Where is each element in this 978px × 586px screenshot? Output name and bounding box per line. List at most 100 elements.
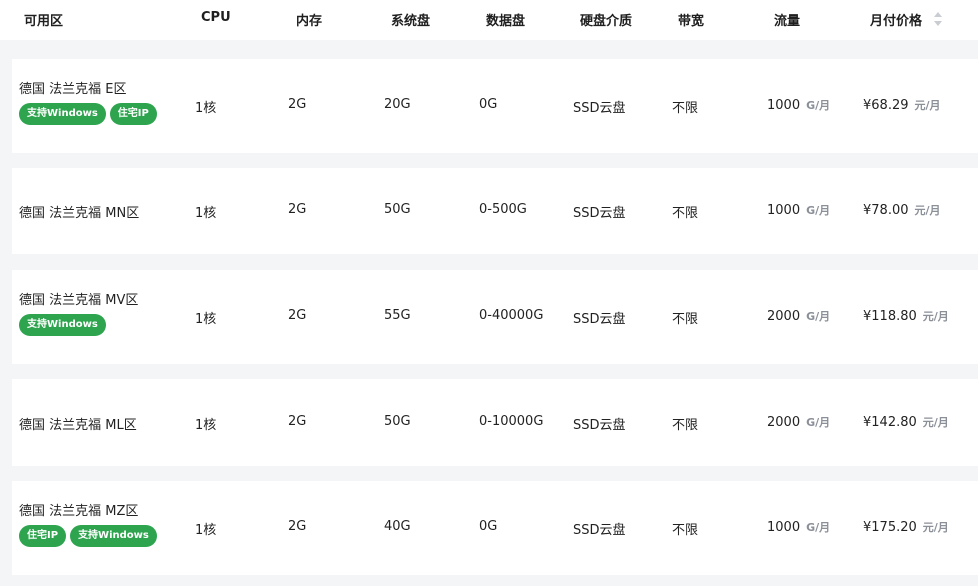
datadisk-cell: 0-10000G [479, 414, 543, 429]
col-datadisk: 数据盘 [486, 14, 526, 29]
cpu-cell-value: 1核 [195, 417, 217, 433]
media-cell: SSD云盘 [573, 414, 626, 433]
sort-ascending-icon[interactable] [934, 12, 942, 17]
mem-cell-value: 2G [288, 202, 307, 217]
cpu-cell-value: 1核 [195, 101, 217, 116]
traffic-cell-value: 1000 [767, 203, 801, 218]
table-row[interactable]: 德国 法兰克福 MN区 1核 2G 50G 0-500G SSD云盘 不限 1000 G/月 ¥7… [12, 168, 978, 254]
table-header: 可用区 CPU 内存 系统盘 数据盘 硬盘介质 带宽 流量 月付价格 [0, 0, 978, 40]
bandwidth-cell: 不限 [672, 308, 698, 327]
media-cell-value: SSD云盘 [573, 523, 626, 538]
feature-badge: 支持Windows [70, 525, 157, 547]
cpu-cell: 1核 [195, 97, 216, 116]
sysdisk-cell: 40G [384, 519, 411, 534]
datadisk-cell: 0-40000G [479, 308, 543, 323]
media-cell-value: SSD云盘 [573, 312, 626, 327]
price-cell: ¥175.20 元/月 [863, 519, 949, 535]
mem-cell-value: 2G [288, 519, 307, 534]
sort-descending-icon[interactable] [934, 21, 942, 26]
bandwidth-cell-value: 不限 [672, 206, 699, 221]
mem-cell-value: 2G [288, 413, 307, 429]
media-cell: SSD云盘 [573, 202, 626, 221]
feature-badge: 支持Windows [19, 314, 106, 336]
price-cell: ¥142.80 元/月 [863, 414, 949, 430]
zone-cell: 德国 法兰克福 MZ区 住宅IP 支持Windows [19, 500, 161, 547]
mem-cell: 2G [288, 519, 306, 534]
sort-caret-icon[interactable] [932, 12, 944, 30]
table-row[interactable]: 德国 法兰克福 MZ区 住宅IP 支持Windows 1核 2G 40G 0G SSD云盘 不限… [12, 481, 978, 575]
traffic-cell: 2000 G/月 [767, 414, 830, 430]
cpu-cell-value: 1核 [195, 312, 217, 327]
col-traffic: 流量 [774, 14, 801, 29]
media-cell: SSD云盘 [573, 97, 626, 116]
col-bandwidth: 带宽 [678, 14, 705, 29]
price-cell-unit: 元/月 [914, 204, 941, 217]
sysdisk-cell: 50G [384, 202, 411, 217]
media-cell-value: SSD云盘 [573, 101, 626, 116]
traffic-cell: 1000 G/月 [767, 202, 830, 218]
zone-name: 德国 法兰克福 MV区 [19, 293, 139, 308]
price-cell-value: ¥142.80 [863, 414, 917, 430]
datadisk-cell: 0G [479, 519, 497, 534]
bandwidth-cell: 不限 [672, 519, 698, 538]
price-cell-value: ¥118.80 [863, 309, 917, 324]
tag-list: 支持Windows 住宅IP [19, 103, 161, 125]
feature-badge: 住宅IP [109, 103, 157, 125]
price-cell: ¥78.00 元/月 [863, 202, 941, 218]
zone-name: 德国 法兰克福 MN区 [19, 206, 140, 221]
sysdisk-cell-value: 55G [384, 308, 411, 323]
tag-list: 支持Windows [19, 314, 138, 336]
zone-name: 德国 法兰克福 E区 [19, 82, 127, 97]
datadisk-cell-value: 0-10000G [479, 413, 544, 429]
col-mem: 内存 [296, 14, 323, 29]
cpu-cell-value: 1核 [195, 206, 217, 221]
col-media: 硬盘介质 [580, 14, 633, 29]
price-cell-unit: 元/月 [922, 310, 949, 323]
table-row[interactable]: 德国 法兰克福 MV区支持Windows 1核 2G 55G 0-40000G SSD云盘… [12, 270, 978, 364]
bandwidth-cell-value: 不限 [672, 312, 699, 327]
mem-cell: 2G [288, 308, 306, 323]
cpu-cell: 1核 [195, 519, 216, 538]
cpu-cell: 1核 [195, 202, 216, 221]
traffic-cell-unit: G/月 [806, 204, 831, 217]
col-zone: 可用区 [24, 14, 64, 29]
traffic-cell: 2000 G/月 [767, 308, 830, 324]
datadisk-cell: 0-500G [479, 202, 527, 217]
cpu-cell-value: 1核 [195, 523, 217, 538]
datadisk-cell-value: 0G [479, 519, 498, 534]
bandwidth-cell: 不限 [672, 414, 698, 433]
traffic-cell: 1000 G/月 [767, 97, 830, 113]
table-row[interactable]: 德国 法兰克福 E区 支持Windows 住宅IP 1核 2G 20G 0G SSD云盘 不限 1… [12, 59, 978, 153]
zone-cell: 德国 法兰克福 MV区支持Windows [19, 289, 138, 336]
cpu-cell: 1核 [195, 308, 216, 327]
traffic-cell-value: 2000 [767, 414, 801, 430]
traffic-cell: 1000 G/月 [767, 519, 830, 535]
media-cell-value: SSD云盘 [573, 206, 626, 221]
sysdisk-cell: 50G [384, 414, 411, 429]
tag-list: 住宅IP 支持Windows [19, 525, 161, 547]
traffic-cell-value: 2000 [767, 309, 801, 324]
price-cell-unit: 元/月 [914, 99, 941, 112]
price-cell-unit: 元/月 [922, 415, 949, 429]
datadisk-cell-value: 0-40000G [479, 308, 544, 323]
col-cpu: CPU [201, 10, 231, 25]
price-cell-value: ¥175.20 [863, 520, 917, 535]
col-price[interactable]: 月付价格 [870, 10, 922, 29]
sysdisk-cell-value: 20G [384, 97, 411, 112]
media-cell: SSD云盘 [573, 519, 626, 538]
zone-cell: 德国 法兰克福 MN区 [19, 202, 139, 221]
price-cell-value: ¥78.00 [863, 203, 909, 218]
zone-name: 德国 法兰克福 ML区 [19, 417, 137, 433]
sysdisk-cell-value: 50G [384, 413, 411, 429]
bandwidth-cell-value: 不限 [672, 523, 699, 538]
datadisk-cell-value: 0G [479, 97, 498, 112]
sysdisk-cell: 20G [384, 97, 411, 112]
col-sysdisk: 系统盘 [391, 14, 431, 29]
datadisk-cell-value: 0-500G [479, 202, 527, 217]
feature-badge: 住宅IP [19, 525, 67, 547]
mem-cell: 2G [288, 202, 306, 217]
price-cell: ¥68.29 元/月 [863, 97, 941, 113]
table-row[interactable]: 德国 法兰克福 ML区 1核 2G 50G 0-10000G SSD云盘 不限 2000 G/月… [12, 379, 978, 466]
bandwidth-cell-value: 不限 [672, 101, 699, 116]
bandwidth-cell: 不限 [672, 202, 698, 221]
